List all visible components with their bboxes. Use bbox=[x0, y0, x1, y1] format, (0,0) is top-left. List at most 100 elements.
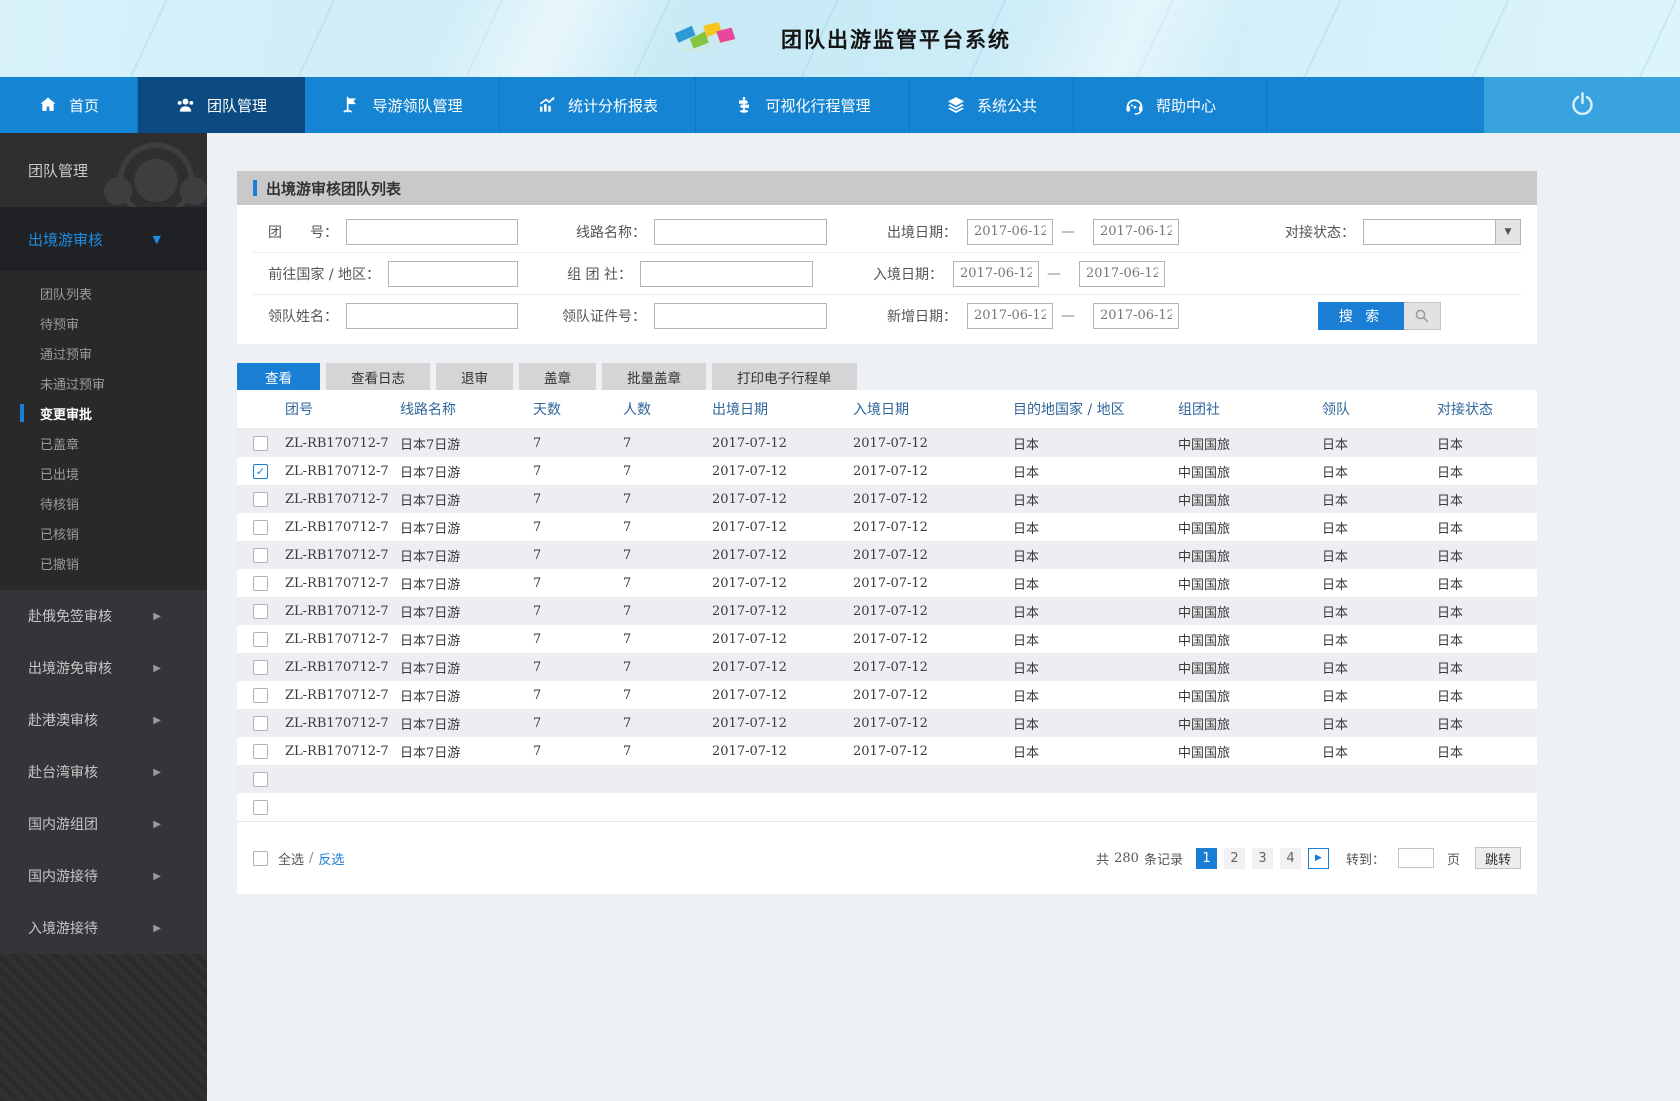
table-row[interactable] bbox=[237, 793, 1537, 822]
sidebar-group-domestic-organize[interactable]: 国内游组团 ▶ bbox=[0, 798, 207, 850]
table-cell: 日本 bbox=[1013, 493, 1040, 509]
row-checkbox[interactable] bbox=[253, 715, 268, 731]
sidebar-item-failed-precheck[interactable]: 未通过预审 bbox=[0, 368, 207, 398]
country-input[interactable] bbox=[388, 260, 518, 287]
row-checkbox[interactable] bbox=[253, 659, 268, 675]
row-checkbox[interactable] bbox=[253, 519, 268, 535]
sidebar-group-taiwan[interactable]: 赴台湾审核 ▶ bbox=[0, 746, 207, 798]
row-checkbox[interactable] bbox=[253, 491, 268, 507]
row-checkbox[interactable] bbox=[253, 463, 268, 479]
row-checkbox[interactable] bbox=[253, 435, 268, 451]
page-button-4[interactable]: 4 bbox=[1279, 847, 1301, 869]
leader-name-input[interactable] bbox=[346, 302, 518, 329]
row-checkbox[interactable] bbox=[253, 631, 268, 647]
sidebar-item-passed-precheck[interactable]: 通过预审 bbox=[0, 338, 207, 368]
added-date-to-input[interactable] bbox=[1093, 302, 1179, 329]
nav-item-label: 系统公共 bbox=[976, 96, 1037, 115]
sidebar-item-change-approval[interactable]: 变更审批 bbox=[0, 398, 207, 428]
agency-input[interactable] bbox=[640, 260, 813, 287]
table-row[interactable]: ZL-RB170712-7 日本7日游 7 7 2017-07-12 2017-… bbox=[237, 625, 1537, 653]
nav-item-statistics-reports[interactable]: 统计分析报表 bbox=[500, 77, 696, 133]
table-row[interactable]: ZL-RB170712-7 日本7日游 7 7 2017-07-12 2017-… bbox=[237, 428, 1537, 457]
row-checkbox[interactable] bbox=[253, 575, 268, 591]
sidebar-group-russia-visafree[interactable]: 赴俄免签审核 ▶ bbox=[0, 590, 207, 642]
sidebar-item-team-list[interactable]: 团队列表 bbox=[0, 278, 207, 308]
tab-batch-stamp[interactable]: 批量盖章 bbox=[602, 363, 706, 390]
table-row[interactable] bbox=[237, 765, 1537, 793]
added-date-from-input[interactable] bbox=[967, 302, 1053, 329]
tab-print-itinerary[interactable]: 打印电子行程单 bbox=[712, 363, 857, 390]
sidebar-group-outbound-exempt[interactable]: 出境游免审核 ▶ bbox=[0, 642, 207, 694]
table-cell bbox=[1178, 765, 1322, 793]
logout-button[interactable] bbox=[1484, 77, 1680, 133]
table-row[interactable]: ZL-RB170712-7 日本7日游 7 7 2017-07-12 2017-… bbox=[237, 569, 1537, 597]
goto-page-input[interactable] bbox=[1397, 848, 1434, 868]
status-select[interactable]: ▼ bbox=[1363, 218, 1521, 245]
table-row[interactable]: ZL-RB170712-7 日本7日游 7 7 2017-07-12 2017-… bbox=[237, 513, 1537, 541]
search-icon[interactable] bbox=[1404, 301, 1441, 330]
route-input[interactable] bbox=[654, 218, 827, 245]
column-header: 领队 bbox=[1322, 390, 1437, 429]
tab-stamp[interactable]: 盖章 bbox=[519, 363, 596, 390]
depart-date-to-input[interactable] bbox=[1093, 218, 1179, 245]
table-cell: 2017-07-12 bbox=[712, 575, 787, 591]
sidebar-item-revoked[interactable]: 已撤销 bbox=[0, 548, 207, 578]
table-row[interactable]: ZL-RB170712-7 日本7日游 7 7 2017-07-12 2017-… bbox=[237, 737, 1537, 765]
row-checkbox[interactable] bbox=[253, 547, 268, 563]
nav-item-guide-management[interactable]: 导游领队管理 bbox=[305, 77, 500, 133]
table-cell bbox=[1013, 793, 1178, 822]
row-checkbox[interactable] bbox=[253, 771, 268, 787]
row-checkbox[interactable] bbox=[253, 799, 268, 815]
page-button-2[interactable]: 2 bbox=[1223, 847, 1245, 869]
nav-item-help-center[interactable]: 帮助中心 bbox=[1074, 77, 1267, 133]
table-cell: 日本 bbox=[1013, 437, 1040, 453]
invert-selection-link[interactable]: 反选 bbox=[318, 849, 344, 868]
sidebar-item-pending-writeoff[interactable]: 待核销 bbox=[0, 488, 207, 518]
table-row[interactable]: ZL-RB170712-7 日本7日游 7 7 2017-07-12 2017-… bbox=[237, 485, 1537, 513]
tab-view-log[interactable]: 查看日志 bbox=[326, 363, 430, 390]
team-no-input[interactable] bbox=[346, 218, 518, 245]
sidebar-item-departed[interactable]: 已出境 bbox=[0, 458, 207, 488]
table-cell: ZL-RB170712-7 bbox=[285, 575, 389, 591]
sidebar-group-hk-macau[interactable]: 赴港澳审核 ▶ bbox=[0, 694, 207, 746]
table-cell: 2017-07-12 bbox=[712, 743, 787, 759]
row-checkbox[interactable] bbox=[253, 687, 268, 703]
sidebar-group-domestic-reception[interactable]: 国内游接待 ▶ bbox=[0, 850, 207, 902]
sidebar-item-pending-precheck[interactable]: 待预审 bbox=[0, 308, 207, 338]
sidebar-section-outbound-review[interactable]: 出境游审核 ▼ bbox=[0, 207, 207, 271]
depart-date-from-input[interactable] bbox=[967, 218, 1053, 245]
table-row[interactable]: ZL-RB170712-7 日本7日游 7 7 2017-07-12 2017-… bbox=[237, 597, 1537, 625]
page-button-3[interactable]: 3 bbox=[1251, 847, 1273, 869]
entry-date-from-input[interactable] bbox=[953, 260, 1039, 287]
sidebar-item-writtenoff[interactable]: 已核销 bbox=[0, 518, 207, 548]
select-all-label[interactable]: 全选 bbox=[278, 849, 304, 868]
row-checkbox[interactable] bbox=[253, 743, 268, 759]
entry-date-label: 入境日期： bbox=[873, 266, 943, 283]
search-button[interactable]: 搜 索 bbox=[1318, 301, 1404, 330]
table-cell bbox=[1178, 793, 1322, 822]
nav-item-system-public[interactable]: 系统公共 bbox=[910, 77, 1074, 133]
nav-item-home[interactable]: 首页 bbox=[0, 77, 138, 133]
table-row[interactable]: ZL-RB170712-7 日本7日游 7 7 2017-07-12 2017-… bbox=[237, 681, 1537, 709]
jump-button[interactable]: 跳转 bbox=[1474, 847, 1521, 869]
table-row[interactable]: ZL-RB170712-7 日本7日游 7 7 2017-07-12 2017-… bbox=[237, 709, 1537, 737]
sidebar-item-stamped[interactable]: 已盖章 bbox=[0, 428, 207, 458]
nav-item-itinerary-management[interactable]: 可视化行程管理 bbox=[696, 77, 910, 133]
table-cell bbox=[285, 765, 400, 793]
page-button-1[interactable]: 1 bbox=[1195, 847, 1217, 869]
tab-view[interactable]: 查看 bbox=[237, 363, 320, 390]
table-cell: 日本 bbox=[1322, 745, 1349, 761]
tab-return-review[interactable]: 退审 bbox=[436, 363, 513, 390]
table-cell bbox=[1322, 765, 1437, 793]
table-row[interactable]: ZL-RB170712-7 日本7日游 7 7 2017-07-12 2017-… bbox=[237, 541, 1537, 569]
leader-id-input[interactable] bbox=[654, 302, 827, 329]
next-page-button[interactable]: ▶ bbox=[1307, 847, 1329, 869]
nav-item-team-management[interactable]: 团队管理 bbox=[138, 77, 305, 133]
sidebar-group-inbound-reception[interactable]: 入境游接待 ▶ bbox=[0, 902, 207, 954]
entry-date-to-input[interactable] bbox=[1079, 260, 1165, 287]
table-row[interactable]: ZL-RB170712-7 日本7日游 7 7 2017-07-12 2017-… bbox=[237, 457, 1537, 485]
select-all-checkbox[interactable] bbox=[253, 850, 268, 866]
table-row[interactable]: ZL-RB170712-7 日本7日游 7 7 2017-07-12 2017-… bbox=[237, 653, 1537, 681]
table-cell: 中国国旅 bbox=[1178, 549, 1231, 565]
row-checkbox[interactable] bbox=[253, 603, 268, 619]
